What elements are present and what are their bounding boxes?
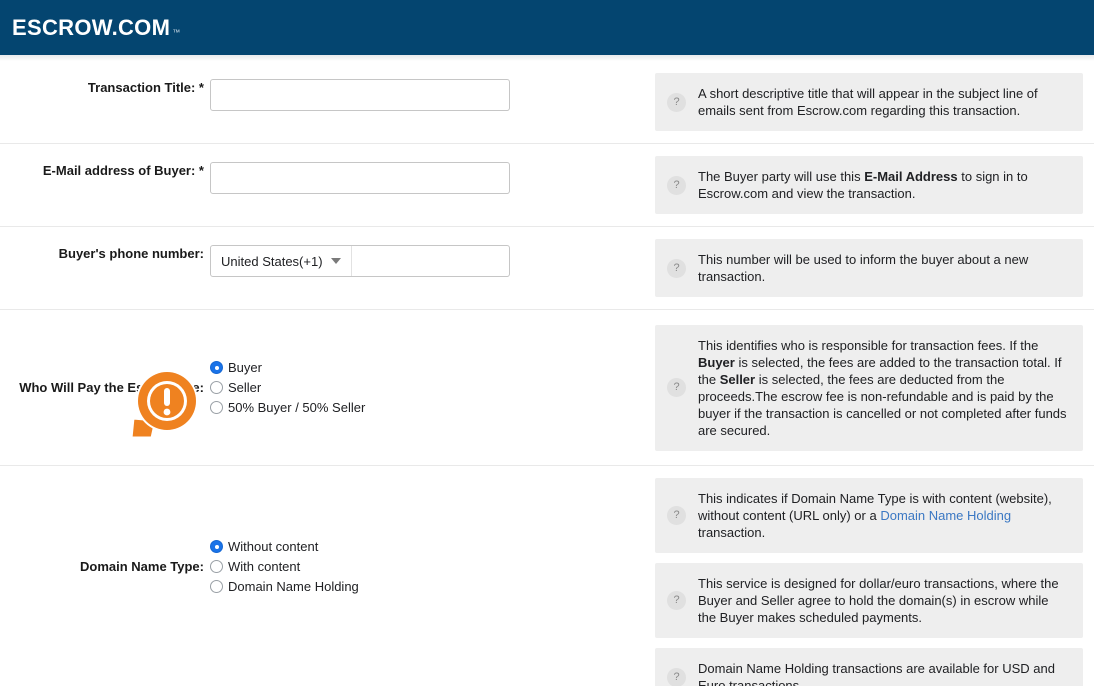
help-group-transaction-title: ? A short descriptive title that will ap…	[655, 61, 1094, 143]
question-mark-icon[interactable]: ?	[667, 258, 686, 278]
field-domain-name-type: Without content With content Domain Name…	[210, 537, 655, 596]
help-text-part-1: The Buyer party will use this	[698, 169, 865, 184]
site-header: ESCROW.COM ™	[0, 0, 1094, 55]
field-group-domain-name-type: Domain Name Type: Without content With c…	[0, 466, 655, 667]
phone-combo: United States(+1)	[210, 245, 510, 277]
field-group-transaction-title: Transaction Title: *	[0, 61, 655, 129]
help-text-domain-name-type: This indicates if Domain Name Type is wi…	[698, 490, 1069, 541]
country-code-select[interactable]: United States(+1)	[211, 246, 352, 276]
radio-option-domain-name-holding[interactable]: Domain Name Holding	[210, 577, 655, 596]
chevron-down-icon	[330, 258, 341, 264]
radio-label-with-content: With content	[228, 559, 301, 574]
logo-text: ESCROW.COM	[12, 14, 171, 40]
radio-option-with-content[interactable]: With content	[210, 557, 655, 576]
radio-option-seller[interactable]: Seller	[210, 378, 655, 397]
help-box-domain-name-holding: ? This service is designed for dollar/eu…	[655, 563, 1083, 638]
question-mark-icon[interactable]: ?	[667, 175, 686, 195]
label-buyer-phone: Buyer's phone number:	[58, 246, 204, 261]
row-domain-name-type: Domain Name Type: Without content With c…	[0, 466, 1094, 686]
help-box-buyer-email: ? The Buyer party will use this E-Mail A…	[655, 156, 1083, 214]
help-text-bold-buyer: Buyer	[698, 354, 735, 370]
radio-indicator[interactable]	[210, 560, 223, 573]
radio-group-escrow-fee-payer: Buyer Seller 50% Buyer / 50% Seller	[210, 358, 655, 417]
country-code-value: United States(+1)	[221, 253, 323, 269]
field-escrow-fee-payer: Buyer Seller 50% Buyer / 50% Seller	[210, 358, 655, 417]
domain-name-holding-link[interactable]: Domain Name Holding	[880, 508, 1011, 523]
help-text-buyer-email: The Buyer party will use this E-Mail Add…	[698, 168, 1069, 202]
radio-label-domain-name-holding: Domain Name Holding	[228, 579, 359, 594]
field-transaction-title	[210, 79, 655, 111]
help-text-bold-seller: Seller	[719, 371, 756, 387]
help-text-currency-availability: Domain Name Holding transactions are ava…	[698, 661, 1055, 686]
help-text-bold-email-address: E-Mail Address	[864, 169, 958, 184]
label-buyer-email: E-Mail address of Buyer: *	[42, 163, 204, 178]
radio-label-buyer: Buyer	[228, 360, 262, 375]
question-mark-icon[interactable]: ?	[667, 378, 686, 397]
question-mark-icon[interactable]: ?	[667, 667, 686, 686]
field-buyer-email	[210, 162, 655, 194]
radio-label-split: 50% Buyer / 50% Seller	[228, 400, 366, 415]
help-box-buyer-phone: ? This number will be used to inform the…	[655, 239, 1083, 297]
help-group-buyer-email: ? The Buyer party will use this E-Mail A…	[655, 144, 1094, 226]
row-escrow-fee-payer: Who Will Pay the Escrow Fee: Buyer Selle…	[0, 310, 1094, 466]
label-domain-name-type: Domain Name Type:	[79, 558, 204, 574]
transaction-title-input[interactable]	[210, 79, 510, 111]
label-escrow-fee-payer: Who Will Pay the Escrow Fee:	[19, 379, 204, 395]
help-box-currency-availability: ? Domain Name Holding transactions are a…	[655, 648, 1083, 686]
field-group-buyer-phone: Buyer's phone number: United States(+1)	[0, 227, 655, 299]
radio-label-without-content: Without content	[228, 539, 319, 554]
phone-number-input[interactable]	[351, 246, 509, 276]
radio-label-seller: Seller	[228, 380, 262, 395]
help-box-transaction-title: ? A short descriptive title that will ap…	[655, 73, 1083, 131]
help-text-domain-name-holding: This service is designed for dollar/euro…	[698, 576, 1059, 625]
help-group-buyer-phone: ? This number will be used to inform the…	[655, 227, 1094, 309]
help-box-domain-name-type: ? This indicates if Domain Name Type is …	[655, 478, 1083, 553]
question-mark-icon[interactable]: ?	[667, 591, 686, 610]
radio-group-domain-name-type: Without content With content Domain Name…	[210, 537, 655, 596]
field-group-buyer-email: E-Mail address of Buyer: *	[0, 144, 655, 216]
row-buyer-email: E-Mail address of Buyer: * ? The Buyer p…	[0, 144, 1094, 227]
radio-option-split[interactable]: 50% Buyer / 50% Seller	[210, 398, 655, 417]
help-group-domain-name-type: ? This indicates if Domain Name Type is …	[655, 466, 1094, 686]
help-text-buyer-phone: This number will be used to inform the b…	[698, 252, 1029, 284]
transaction-form: Transaction Title: * ? A short descripti…	[0, 61, 1094, 686]
help-text-transaction-title: A short descriptive title that will appe…	[698, 86, 1038, 118]
field-buyer-phone: United States(+1)	[210, 245, 655, 277]
help-text-escrow-fee-payer: This identifies who is responsible for t…	[698, 337, 1069, 439]
trademark-symbol: ™	[172, 27, 181, 37]
radio-indicator[interactable]	[210, 401, 223, 414]
buyer-email-input[interactable]	[210, 162, 510, 194]
radio-option-buyer[interactable]: Buyer	[210, 358, 655, 377]
field-group-escrow-fee-payer: Who Will Pay the Escrow Fee: Buyer Selle…	[0, 310, 655, 465]
radio-indicator[interactable]	[210, 381, 223, 394]
radio-option-without-content[interactable]: Without content	[210, 537, 655, 556]
help-group-escrow-fee-payer: ? This identifies who is responsible for…	[655, 310, 1094, 465]
radio-indicator[interactable]	[210, 580, 223, 593]
radio-indicator[interactable]	[210, 361, 223, 374]
help-text-part-2: transaction.	[698, 525, 766, 540]
help-text-part-1: This identifies who is responsible for t…	[698, 337, 1039, 353]
radio-indicator[interactable]	[210, 540, 223, 553]
row-transaction-title: Transaction Title: * ? A short descripti…	[0, 61, 1094, 144]
question-mark-icon[interactable]: ?	[667, 506, 686, 525]
question-mark-icon[interactable]: ?	[667, 92, 686, 112]
row-buyer-phone: Buyer's phone number: United States(+1) …	[0, 227, 1094, 310]
escrow-logo[interactable]: ESCROW.COM ™	[12, 14, 181, 40]
help-box-escrow-fee-payer: ? This identifies who is responsible for…	[655, 324, 1083, 451]
label-transaction-title: Transaction Title: *	[87, 80, 204, 95]
